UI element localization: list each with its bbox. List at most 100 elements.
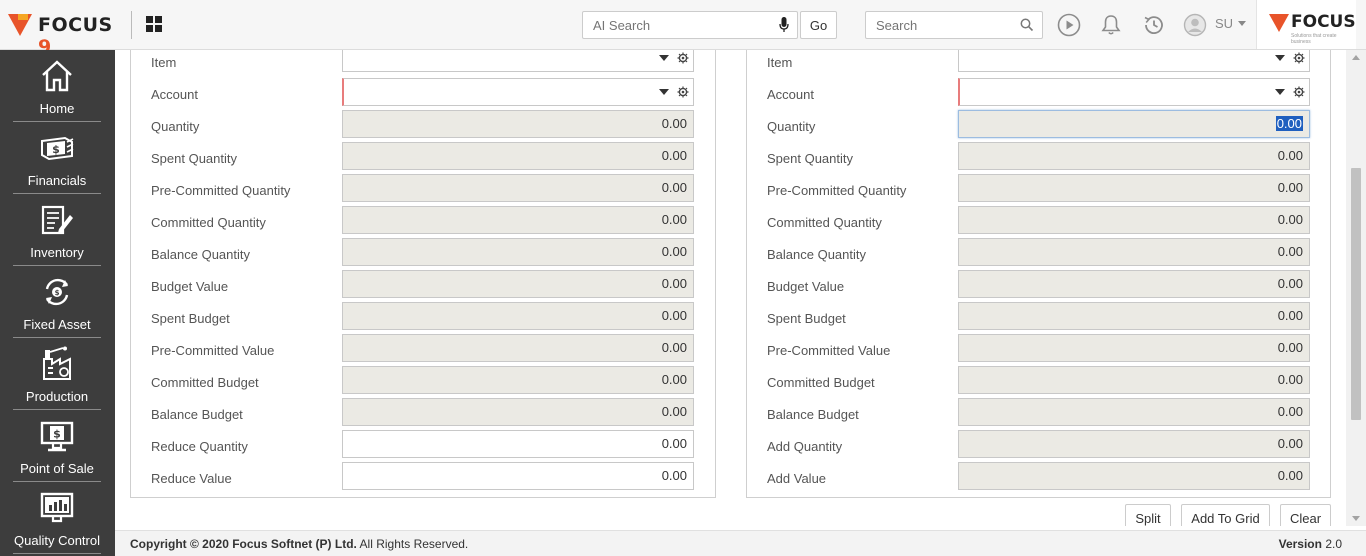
value-field: 0.00: [342, 334, 694, 362]
field-row: Balance Quantity 0.00: [131, 238, 715, 272]
search-box: [865, 11, 1046, 39]
value-field[interactable]: 0.00: [342, 462, 694, 490]
value-field: 0.00: [958, 302, 1310, 330]
sidebar-item-inventory[interactable]: Inventory: [13, 194, 101, 266]
scrollbar-thumb[interactable]: [1351, 168, 1361, 420]
sidebar-item-label: Financials: [27, 173, 87, 188]
field-row: Pre-Committed Quantity 0.00: [747, 174, 1330, 208]
user-initials[interactable]: SU: [1215, 16, 1233, 31]
sidebar-item-fixed-asset[interactable]: $ Fixed Asset: [13, 266, 101, 338]
field-label: Committed Budget: [151, 375, 259, 390]
field-value: 0.00: [1277, 244, 1303, 259]
version-text: Version 2.0: [1279, 537, 1342, 551]
item-row: Item: [747, 50, 1330, 80]
dropdown-caret-icon[interactable]: [1275, 55, 1285, 61]
sidebar-item-financials[interactable]: $ Financials: [13, 122, 101, 194]
sidebar-item-label: Fixed Asset: [23, 317, 91, 332]
sidebar-item-label: Inventory: [30, 245, 84, 260]
split-button[interactable]: Split: [1125, 504, 1171, 526]
version-label: Version: [1278, 537, 1322, 551]
item-select[interactable]: [342, 50, 694, 72]
sidebar: Home $ Financials Inventory $ Fixed Asse…: [0, 50, 115, 556]
vertical-scrollbar[interactable]: [1346, 50, 1366, 526]
focus9-logo[interactable]: FOCUS 9: [8, 12, 118, 58]
account-select[interactable]: [342, 78, 694, 106]
field-value: 0.00: [661, 212, 687, 227]
field-row: Budget Value 0.00: [747, 270, 1330, 304]
field-value: 0.00: [1277, 436, 1303, 451]
logo-word: FOCUS: [38, 14, 113, 36]
add-to-grid-button[interactable]: Add To Grid: [1181, 504, 1270, 526]
settings-gear-icon[interactable]: [677, 86, 689, 98]
field-label: Committed Quantity: [151, 215, 266, 230]
field-label: Budget Value: [767, 279, 845, 294]
value-field: 0.00: [958, 366, 1310, 394]
value-field: 0.00: [958, 142, 1310, 170]
field-label: Spent Budget: [767, 311, 846, 326]
scroll-up-icon[interactable]: [1352, 55, 1360, 60]
field-row: Add Value 0.00: [747, 462, 1330, 496]
apps-grid-icon[interactable]: [146, 16, 162, 32]
account-row: Account: [747, 78, 1330, 112]
user-menu-caret-icon[interactable]: [1238, 21, 1246, 26]
sidebar-item-quality-control[interactable]: Quality Control: [13, 482, 101, 554]
field-value: 0.00: [1277, 340, 1303, 355]
settings-gear-icon[interactable]: [1293, 52, 1305, 64]
value-field: 0.00: [342, 174, 694, 202]
clear-button[interactable]: Clear: [1280, 504, 1331, 526]
field-row: Quantity 0.00: [747, 110, 1330, 144]
value-field: 0.00: [342, 270, 694, 298]
field-value: 0.00: [661, 148, 687, 163]
field-label: Balance Quantity: [151, 247, 251, 262]
sidebar-item-label: Quality Control: [14, 533, 100, 548]
sidebar-item-label: Home: [39, 101, 75, 116]
value-field: 0.00: [342, 110, 694, 138]
settings-gear-icon[interactable]: [1293, 86, 1305, 98]
field-row: Balance Budget 0.00: [747, 398, 1330, 432]
ai-search-input[interactable]: [583, 12, 763, 38]
field-value: 0.00: [661, 244, 687, 259]
dropdown-caret-icon[interactable]: [659, 89, 669, 95]
search-icon[interactable]: [1020, 18, 1034, 32]
brand-logo: FOCUS Solutions that create business: [1256, 0, 1356, 49]
item-select[interactable]: [958, 50, 1310, 72]
top-bar: FOCUS 9 Go SU FOC: [0, 0, 1366, 58]
dropdown-caret-icon[interactable]: [1275, 89, 1285, 95]
field-value: 0.00: [661, 340, 687, 355]
field-label: Budget Value: [151, 279, 229, 294]
value-field[interactable]: 0.00: [958, 110, 1310, 138]
field-label: Add Value: [767, 471, 827, 486]
sidebar-item-home[interactable]: Home: [13, 50, 101, 122]
go-button[interactable]: Go: [800, 11, 837, 39]
search-input[interactable]: [866, 12, 1046, 38]
value-field: 0.00: [958, 206, 1310, 234]
settings-gear-icon[interactable]: [677, 52, 689, 64]
left-budget-panel: Item Account Quantity 0.00 Spent Quantity 0.0…: [130, 50, 716, 498]
field-label: Spent Quantity: [767, 151, 853, 166]
company-name: Focus Softnet (P) Ltd.: [232, 537, 357, 551]
field-value: 0.00: [1277, 308, 1303, 323]
financials-icon: $: [41, 136, 74, 161]
value-field[interactable]: 0.00: [342, 430, 694, 458]
scroll-down-icon[interactable]: [1352, 516, 1360, 521]
microphone-icon[interactable]: [779, 17, 789, 33]
field-value: 0.00: [661, 116, 687, 131]
user-avatar-icon[interactable]: [1183, 13, 1207, 37]
account-select[interactable]: [958, 78, 1310, 106]
field-label: Committed Budget: [767, 375, 875, 390]
field-row: Spent Budget 0.00: [131, 302, 715, 336]
fixed-asset-icon: $: [45, 278, 69, 306]
ai-search-box: [582, 11, 798, 39]
history-icon[interactable]: [1142, 13, 1166, 37]
field-row: Reduce Value 0.00: [131, 462, 715, 496]
field-row: Spent Quantity 0.00: [131, 142, 715, 176]
field-row: Committed Quantity 0.00: [131, 206, 715, 240]
inventory-icon: [41, 205, 73, 235]
play-icon[interactable]: [1057, 13, 1081, 37]
sidebar-item-point-of-sale[interactable]: $ Point of Sale: [13, 410, 101, 482]
field-label: Balance Quantity: [767, 247, 867, 262]
dropdown-caret-icon[interactable]: [659, 55, 669, 61]
notification-bell-icon[interactable]: [1099, 13, 1123, 37]
sidebar-item-production[interactable]: Production: [13, 338, 101, 410]
field-value: 0.00: [1277, 372, 1303, 387]
